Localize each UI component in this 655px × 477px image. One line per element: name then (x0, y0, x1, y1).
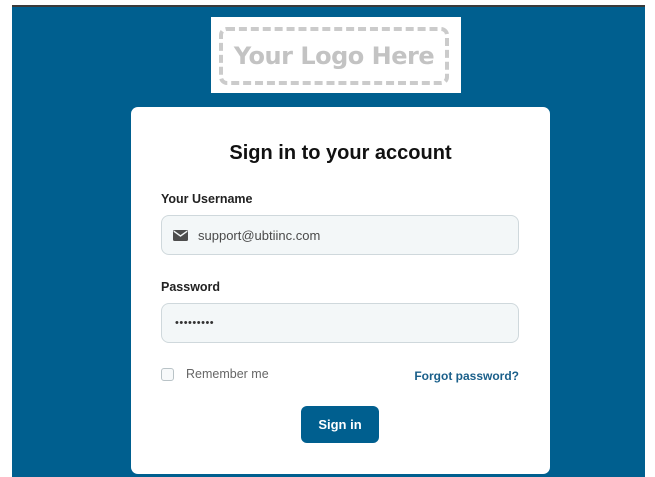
username-input[interactable]: support@ubtiinc.com (161, 215, 519, 255)
login-card: Sign in to your account Your Username su… (131, 107, 550, 474)
page-title: Sign in to your account (229, 142, 452, 164)
username-label: Your Username (161, 192, 253, 206)
page-background: Your Logo Here Sign in to your account Y… (12, 5, 645, 477)
password-input[interactable]: ••••••••• (161, 303, 519, 343)
mail-icon (173, 229, 188, 241)
remember-checkbox[interactable] (161, 367, 174, 381)
password-label: Password (161, 280, 221, 294)
forgot-password-link[interactable]: Forgot password? (414, 369, 519, 383)
logo-text: Your Logo Here (233, 42, 435, 70)
logo: Your Logo Here (211, 17, 461, 93)
password-value: ••••••••• (175, 317, 215, 329)
remember-label: Remember me (186, 367, 269, 381)
sign-in-button[interactable]: Sign in (301, 406, 379, 443)
remember-me[interactable]: Remember me (161, 367, 269, 381)
logo-placeholder: Your Logo Here (219, 27, 449, 85)
username-value: support@ubtiinc.com (198, 227, 321, 243)
